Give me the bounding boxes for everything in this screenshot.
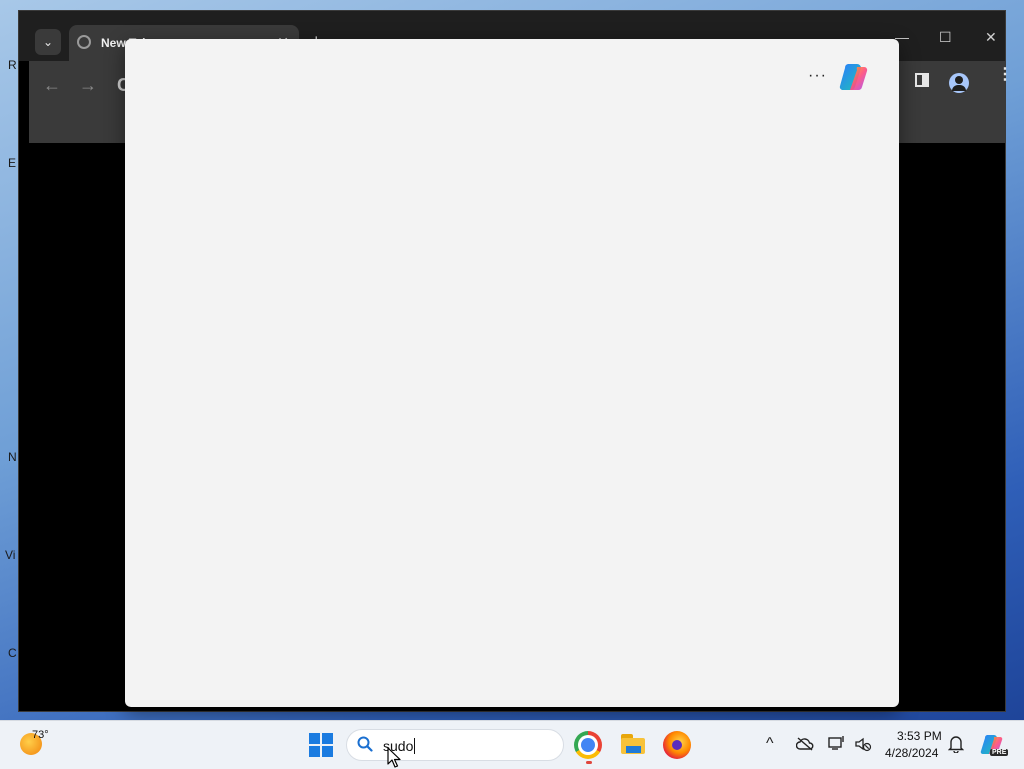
close-window-button[interactable]: ✕: [985, 29, 997, 46]
file-explorer-taskbar-icon[interactable]: [620, 731, 648, 759]
kebab-menu-icon[interactable]: ⋮: [997, 67, 1013, 83]
taskbar: 73° sudo ^ 3:53 PM 4/28/2024 PRE: [0, 720, 1024, 769]
notification-bell-icon[interactable]: [948, 735, 964, 753]
desktop-icon-label[interactable]: R: [8, 58, 17, 72]
back-button[interactable]: ←: [43, 75, 61, 96]
more-options-button[interactable]: ···: [808, 67, 827, 85]
tab-search-button[interactable]: ⌄: [35, 29, 61, 55]
copilot-panel: ···: [125, 39, 899, 707]
desktop-icon-label[interactable]: E: [8, 156, 16, 170]
running-indicator: [586, 761, 592, 764]
speaker-muted-icon[interactable]: [854, 736, 872, 752]
clock-time[interactable]: 3:53 PM: [897, 729, 942, 743]
desktop-icon-label[interactable]: C: [8, 646, 17, 660]
profile-icon[interactable]: [949, 73, 969, 93]
clock-date[interactable]: 4/28/2024: [885, 746, 938, 760]
side-panel-icon[interactable]: [915, 73, 929, 87]
chrome-taskbar-icon[interactable]: [574, 731, 602, 759]
network-icon[interactable]: [828, 735, 846, 751]
maximize-button[interactable]: ☐: [939, 29, 952, 46]
firefox-taskbar-icon[interactable]: [663, 731, 691, 759]
onedrive-offline-icon[interactable]: [796, 737, 814, 751]
desktop-icon-label[interactable]: Vi: [5, 548, 15, 562]
start-button[interactable]: [309, 733, 333, 757]
globe-icon: [77, 35, 91, 49]
search-icon: [357, 736, 373, 752]
mouse-cursor-icon: [387, 747, 401, 768]
chevron-down-icon: ⌄: [42, 35, 54, 49]
taskbar-search-box[interactable]: sudo: [346, 729, 564, 761]
forward-button[interactable]: →: [79, 75, 97, 96]
weather-temperature[interactable]: 73°: [32, 729, 49, 741]
preview-badge: PRE: [990, 749, 1009, 756]
copilot-logo-icon: [839, 64, 868, 91]
desktop-icon-label[interactable]: N: [8, 450, 17, 464]
show-hidden-icons-chevron-icon[interactable]: ^: [766, 735, 774, 753]
